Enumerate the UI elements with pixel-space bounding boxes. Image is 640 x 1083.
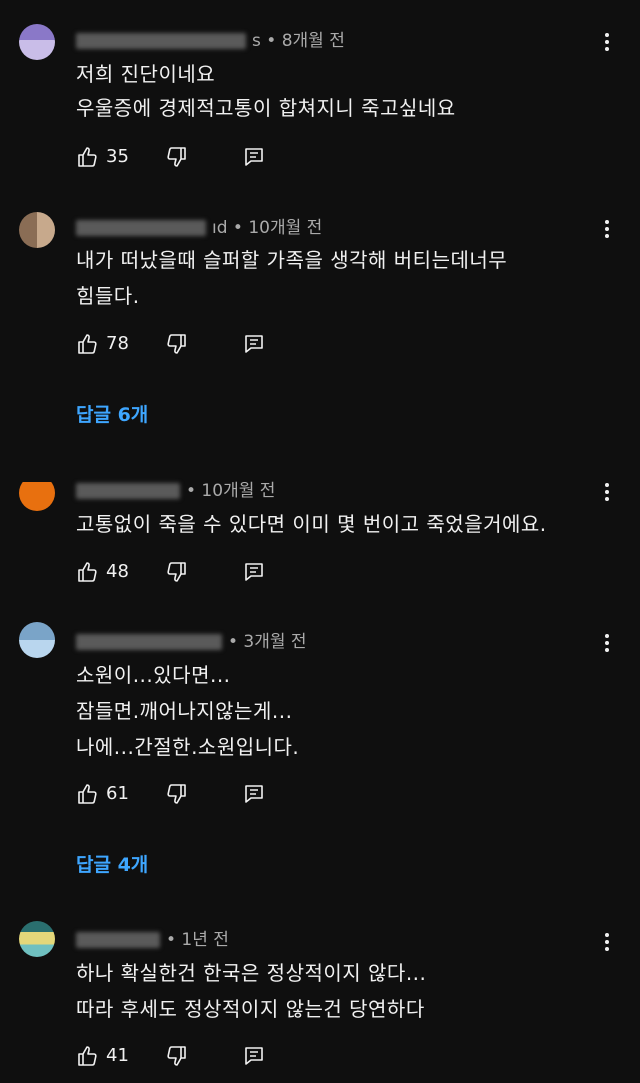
like-count: 61 [106, 783, 129, 804]
more-vert-icon[interactable] [604, 220, 610, 242]
comment-meta: • 10개월 전 [76, 476, 275, 501]
more-vert-icon[interactable] [604, 33, 610, 55]
more-vert-icon[interactable] [604, 933, 610, 955]
comment-actions: 41 [76, 1044, 276, 1068]
thumbs-down-icon[interactable] [164, 145, 188, 169]
thumbs-down-icon[interactable] [164, 782, 188, 806]
more-vert-icon[interactable] [604, 634, 610, 656]
comment-time: • 10개월 전 [186, 481, 276, 501]
comment-actions: 78 [76, 332, 276, 356]
comment-text-line: 힘들다. [76, 284, 140, 308]
view-replies-button[interactable]: 답글 4개 [76, 850, 148, 877]
author-name-blurred[interactable] [76, 220, 206, 236]
thumbs-up-icon[interactable] [76, 560, 100, 584]
comment-actions: 35 [76, 145, 276, 169]
comment-time: • 3개월 전 [228, 632, 307, 652]
reply-icon[interactable] [242, 782, 266, 806]
avatar[interactable] [19, 24, 55, 60]
comment-actions: 61 [76, 782, 276, 806]
comment-text-line: 고통없이 죽을 수 있다면 이미 몇 번이고 죽었을거에요. [76, 512, 547, 536]
comment-time: s • 8개월 전 [252, 31, 345, 51]
like-count: 48 [106, 561, 129, 582]
author-name-blurred[interactable] [76, 33, 246, 49]
avatar[interactable] [19, 622, 55, 658]
comment-meta: • 3개월 전 [76, 627, 307, 652]
author-name-blurred[interactable] [76, 483, 180, 499]
reply-icon[interactable] [242, 560, 266, 584]
avatar[interactable] [19, 921, 55, 957]
thumbs-up-icon[interactable] [76, 782, 100, 806]
reply-icon[interactable] [242, 1044, 266, 1068]
comment-time: ıd • 10개월 전 [212, 218, 323, 238]
more-vert-icon[interactable] [604, 483, 610, 505]
like-count: 78 [106, 333, 129, 354]
view-replies-button[interactable]: 답글 6개 [76, 400, 148, 427]
thumbs-up-icon[interactable] [76, 145, 100, 169]
comment-text-line: 나에...간절한.소원입니다. [76, 735, 300, 759]
reply-icon[interactable] [242, 145, 266, 169]
comment-text-line: 하나 확실한건 한국은 정상적이지 않다... [76, 961, 427, 985]
comment-meta: s • 8개월 전 [76, 26, 345, 51]
thumbs-down-icon[interactable] [164, 560, 188, 584]
author-name-blurred[interactable] [76, 932, 160, 948]
thumbs-down-icon[interactable] [164, 332, 188, 356]
comment-text-line: 저희 진단이네요 [76, 62, 216, 86]
like-count: 41 [106, 1045, 129, 1066]
author-name-blurred[interactable] [76, 634, 222, 650]
comment-text-line: 소원이...있다면... [76, 663, 231, 687]
like-count: 35 [106, 146, 129, 167]
comment-time: • 1년 전 [166, 930, 229, 950]
comment-text-line: 우울증에 경제적고통이 합쳐지니 죽고싶네요 [76, 96, 456, 120]
thumbs-up-icon[interactable] [76, 1044, 100, 1068]
comment-meta: • 1년 전 [76, 925, 229, 950]
thumbs-down-icon[interactable] [164, 1044, 188, 1068]
thumbs-up-icon[interactable] [76, 332, 100, 356]
reply-icon[interactable] [242, 332, 266, 356]
avatar[interactable] [19, 212, 55, 248]
comment-text-line: 내가 떠났을때 슬퍼할 가족을 생각해 버티는데너무 [76, 248, 508, 272]
comment-text-line: 따라 후세도 정상적이지 않는건 당연하다 [76, 997, 425, 1021]
comment-text-line: 잠들면.깨어나지않는게... [76, 699, 293, 723]
avatar[interactable] [19, 475, 55, 511]
comment-meta: ıd • 10개월 전 [76, 213, 322, 238]
comment-actions: 48 [76, 560, 276, 584]
